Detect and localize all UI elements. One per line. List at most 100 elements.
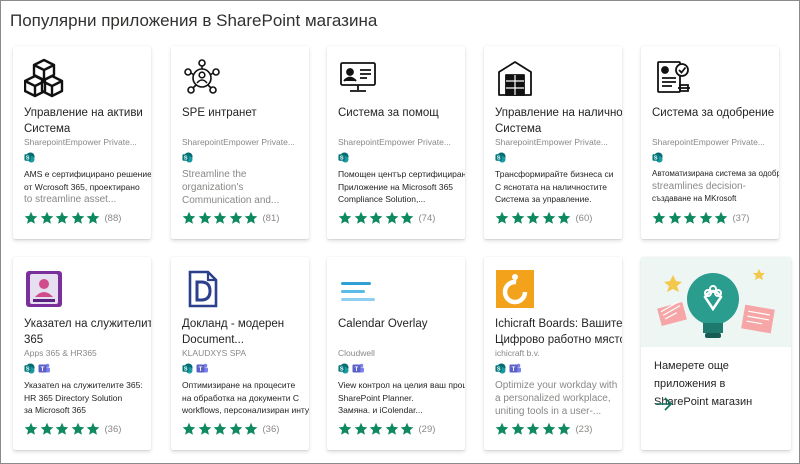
app-publisher: SharepointEmpower Private... bbox=[495, 137, 608, 147]
star-rating: (74) bbox=[338, 211, 435, 225]
app-title: Управление на активи Система bbox=[24, 107, 143, 135]
sharepoint-icon: S bbox=[24, 363, 35, 374]
app-description: View контрол на целия ваш процес наShare… bbox=[338, 380, 465, 415]
rating-count: (36) bbox=[262, 423, 280, 435]
platform-badges: S bbox=[652, 152, 663, 164]
platform-badges: S T bbox=[182, 363, 208, 375]
star-icon bbox=[338, 422, 352, 435]
svg-text:S: S bbox=[340, 366, 344, 372]
platform-badges: S bbox=[495, 152, 506, 164]
star-icon bbox=[229, 422, 242, 435]
star-icon bbox=[86, 422, 100, 435]
sharepoint-icon: S bbox=[495, 152, 506, 163]
app-title: Система за помощ bbox=[338, 107, 439, 119]
star-icon bbox=[213, 211, 227, 224]
star-rating: (36) bbox=[24, 422, 121, 436]
star-icon bbox=[40, 211, 53, 224]
warehouse-icon bbox=[498, 61, 532, 96]
star-icon bbox=[400, 422, 414, 435]
sharepoint-icon: S bbox=[652, 152, 663, 163]
star-icon bbox=[699, 211, 712, 224]
rating-count: (74) bbox=[418, 212, 436, 224]
platform-badges: S bbox=[24, 152, 35, 164]
star-icon bbox=[495, 422, 509, 435]
people-network-icon bbox=[184, 59, 220, 94]
svg-text:S: S bbox=[26, 155, 30, 161]
teams-icon: T bbox=[38, 363, 50, 373]
star-icon bbox=[354, 422, 367, 435]
app-card[interactable]: Докланд - модерен Document... KLAUDXYS SP… bbox=[171, 257, 309, 450]
app-description: AMS е сертифицирано решение от Wcrosoft 3… bbox=[24, 169, 151, 205]
app-card[interactable]: Система за одобрение SharepointEmpower P… bbox=[641, 46, 779, 239]
app-card[interactable]: Управление на активи Система SharepointEm… bbox=[13, 46, 151, 239]
app-card[interactable]: SPE интранет SharepointEmpower Private..… bbox=[171, 46, 309, 239]
ichicraft-logo-icon bbox=[496, 270, 534, 308]
svg-text:S: S bbox=[184, 366, 188, 372]
app-title: Докланд - модерен Document... bbox=[182, 318, 285, 346]
star-icon bbox=[24, 211, 38, 224]
app-card[interactable]: Система за помощ SharepointEmpower Priva… bbox=[327, 46, 465, 239]
star-icon bbox=[511, 211, 524, 224]
app-publisher: SharepointEmpower Private... bbox=[338, 137, 451, 147]
app-card[interactable]: Ichicraft Boards: Вашите Цифрово работно … bbox=[484, 257, 622, 450]
app-title: Указател на служителите 365 bbox=[24, 318, 151, 346]
app-publisher: Cloudwell bbox=[338, 348, 375, 358]
star-icon bbox=[71, 211, 84, 224]
svg-text:T: T bbox=[41, 367, 45, 373]
sharepoint-icon: S bbox=[495, 363, 506, 374]
star-rating: (29) bbox=[338, 422, 435, 436]
svg-text:T: T bbox=[355, 367, 359, 373]
app-title: SPE интранет bbox=[182, 107, 257, 119]
app-description: Автоматизирана система за одобрениеstrea… bbox=[652, 169, 779, 203]
star-icon bbox=[385, 422, 398, 435]
rating-count: (88) bbox=[104, 212, 122, 224]
app-publisher: SharepointEmpower Private... bbox=[182, 137, 295, 147]
star-icon bbox=[652, 211, 666, 224]
more-apps-card[interactable]: Намерете още приложения в SharePoint мага… bbox=[641, 257, 791, 450]
boxes-icon bbox=[24, 58, 64, 98]
platform-badges: S T bbox=[24, 363, 50, 375]
page-title: Популярни приложения в SharePoint магази… bbox=[10, 11, 378, 30]
app-card[interactable]: Управление на наличностиСистема Sharepoi… bbox=[484, 46, 622, 239]
star-icon bbox=[244, 422, 258, 435]
app-publisher: SharepointEmpower Private... bbox=[24, 137, 137, 147]
star-icon bbox=[213, 422, 227, 435]
more-apps-link-text[interactable]: Намерете още приложения в SharePoint мага… bbox=[654, 357, 791, 411]
app-title: Управление на наличностиСистема bbox=[495, 107, 622, 135]
app-card[interactable]: Указател на служителите 365 Apps 365 & HR… bbox=[13, 257, 151, 450]
sharepoint-icon: S bbox=[24, 152, 35, 163]
svg-text:S: S bbox=[654, 155, 658, 161]
svg-text:S: S bbox=[497, 366, 501, 372]
sharepoint-icon: S bbox=[182, 363, 193, 374]
app-card[interactable]: Calendar Overlay Cloudwell S T View конт… bbox=[327, 257, 465, 450]
star-icon bbox=[369, 422, 383, 435]
arrow-right-icon[interactable] bbox=[655, 397, 673, 411]
platform-badges: S bbox=[338, 152, 349, 164]
app-description: Указател на служителите 365: HR 365 Direc… bbox=[24, 380, 143, 415]
helpdesk-icon bbox=[340, 62, 376, 92]
star-icon bbox=[714, 211, 728, 224]
star-icon bbox=[495, 211, 509, 224]
star-icon bbox=[526, 211, 540, 224]
sharepoint-icon: S bbox=[338, 363, 349, 374]
sharepoint-icon: S bbox=[338, 152, 349, 163]
star-rating: (23) bbox=[495, 422, 592, 436]
svg-text:S: S bbox=[26, 366, 30, 372]
star-icon bbox=[557, 422, 571, 435]
rating-count: (36) bbox=[104, 423, 122, 435]
star-icon bbox=[511, 422, 524, 435]
rating-count: (23) bbox=[575, 423, 593, 435]
star-icon bbox=[557, 211, 571, 224]
star-icon bbox=[198, 422, 211, 435]
sharepoint-icon: S bbox=[182, 152, 193, 163]
app-description: Трансформирайте бизнеса си С яснотата на … bbox=[495, 169, 614, 204]
app-publisher: Apps 365 & HR365 bbox=[24, 348, 97, 358]
app-publisher: ichicraft b.v. bbox=[495, 348, 540, 358]
approval-icon bbox=[657, 61, 690, 93]
star-icon bbox=[542, 422, 555, 435]
star-icon bbox=[55, 422, 69, 435]
dokland-logo-icon bbox=[188, 270, 218, 308]
star-icon bbox=[24, 422, 38, 435]
platform-badges: S T bbox=[495, 363, 521, 375]
star-icon bbox=[683, 211, 697, 224]
